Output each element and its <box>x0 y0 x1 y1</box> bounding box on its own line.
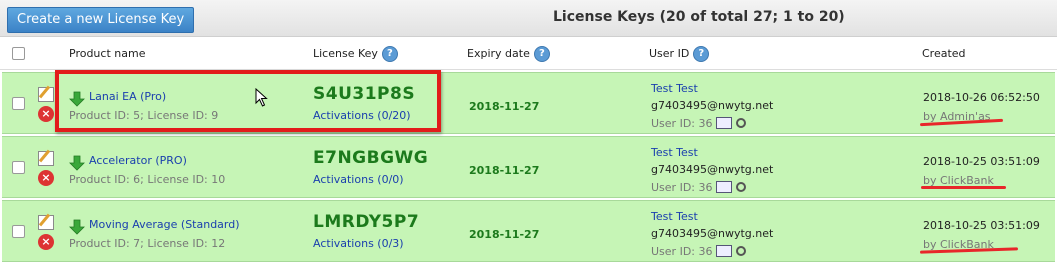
user-id: User ID: 36 <box>651 245 747 258</box>
header-product-name[interactable]: Product name <box>69 47 145 60</box>
user-id-label: User ID: 36 <box>651 181 713 194</box>
license-key: S4U31P8S <box>313 84 416 104</box>
user-id-label: User ID: 36 <box>651 117 713 130</box>
delete-icon[interactable]: × <box>38 234 54 250</box>
row-checkbox[interactable] <box>12 225 25 238</box>
annotation-underline <box>921 186 1006 189</box>
created-date: 2018-10-25 03:51:09 <box>923 155 1040 168</box>
expiry-date: 2018-11-27 <box>469 228 540 241</box>
green-arrow-icon <box>69 219 85 235</box>
created-date: 2018-10-25 03:51:09 <box>923 219 1040 232</box>
help-icon[interactable]: ? <box>693 46 710 62</box>
green-arrow-icon <box>69 91 85 107</box>
delete-icon[interactable]: × <box>38 170 54 186</box>
created-date: 2018-10-26 06:52:50 <box>923 91 1040 104</box>
badge-icon[interactable] <box>736 182 747 192</box>
header-expiry-date-label[interactable]: Expiry date <box>467 47 530 60</box>
edit-icon[interactable] <box>38 87 54 102</box>
help-icon[interactable]: ? <box>381 46 398 62</box>
user-card-icon[interactable] <box>716 245 733 257</box>
header-created[interactable]: Created <box>922 47 966 60</box>
product-name-link[interactable]: Moving Average (Standard) <box>89 218 240 231</box>
header-expiry-date[interactable]: Expiry date? <box>467 46 550 62</box>
help-icon[interactable]: ? <box>533 46 550 62</box>
table-row: × Accelerator (PRO) Product ID: 6; Licen… <box>2 136 1055 198</box>
table-row: × Lanai EA (Pro) Product ID: 5; License … <box>2 72 1055 134</box>
edit-icon[interactable] <box>38 215 54 230</box>
license-key: LMRDY5P7 <box>313 212 420 232</box>
header-license-key-label[interactable]: License Key <box>313 47 378 60</box>
activations-link[interactable]: Activations (0/3) <box>313 237 404 250</box>
green-arrow-icon <box>69 155 85 171</box>
header-user-id[interactable]: User ID? <box>649 46 710 62</box>
user-name-link[interactable]: Test Test <box>651 210 698 223</box>
table-title: License Keys (20 of total 27; 1 to 20) <box>553 9 845 25</box>
table-row: × Moving Average (Standard) Product ID: … <box>2 200 1055 262</box>
expiry-date: 2018-11-27 <box>469 164 540 177</box>
badge-icon[interactable] <box>736 246 747 256</box>
user-id: User ID: 36 <box>651 181 747 194</box>
create-license-key-button[interactable]: Create a new License Key <box>7 7 195 33</box>
product-meta: Product ID: 6; License ID: 10 <box>69 173 226 186</box>
activations-link[interactable]: Activations (0/0) <box>313 173 404 186</box>
user-email: g7403495@nwytg.net <box>651 227 774 240</box>
user-id: User ID: 36 <box>651 117 747 130</box>
table-header: Product name License Key? Expiry date? U… <box>0 37 1057 70</box>
user-card-icon[interactable] <box>716 117 733 129</box>
toolbar: Create a new License Key License Keys (2… <box>0 0 1057 37</box>
row-checkbox[interactable] <box>12 97 25 110</box>
select-all-checkbox[interactable] <box>12 47 25 60</box>
edit-icon[interactable] <box>38 151 54 166</box>
user-email: g7403495@nwytg.net <box>651 99 774 112</box>
user-email: g7403495@nwytg.net <box>651 163 774 176</box>
user-card-icon[interactable] <box>716 181 733 193</box>
product-meta: Product ID: 7; License ID: 12 <box>69 237 226 250</box>
product-name-link[interactable]: Lanai EA (Pro) <box>89 90 166 103</box>
license-key: E7NGBGWG <box>313 148 429 168</box>
activations-link[interactable]: Activations (0/20) <box>313 109 411 122</box>
header-user-id-label[interactable]: User ID <box>649 47 689 60</box>
user-name-link[interactable]: Test Test <box>651 146 698 159</box>
header-license-key[interactable]: License Key? <box>313 46 398 62</box>
user-name-link[interactable]: Test Test <box>651 82 698 95</box>
user-id-label: User ID: 36 <box>651 245 713 258</box>
mouse-cursor-icon <box>255 88 268 107</box>
badge-icon[interactable] <box>736 118 747 128</box>
product-name-link[interactable]: Accelerator (PRO) <box>89 154 187 167</box>
expiry-date: 2018-11-27 <box>469 100 540 113</box>
row-checkbox[interactable] <box>12 161 25 174</box>
delete-icon[interactable]: × <box>38 106 54 122</box>
product-meta: Product ID: 5; License ID: 9 <box>69 109 219 122</box>
